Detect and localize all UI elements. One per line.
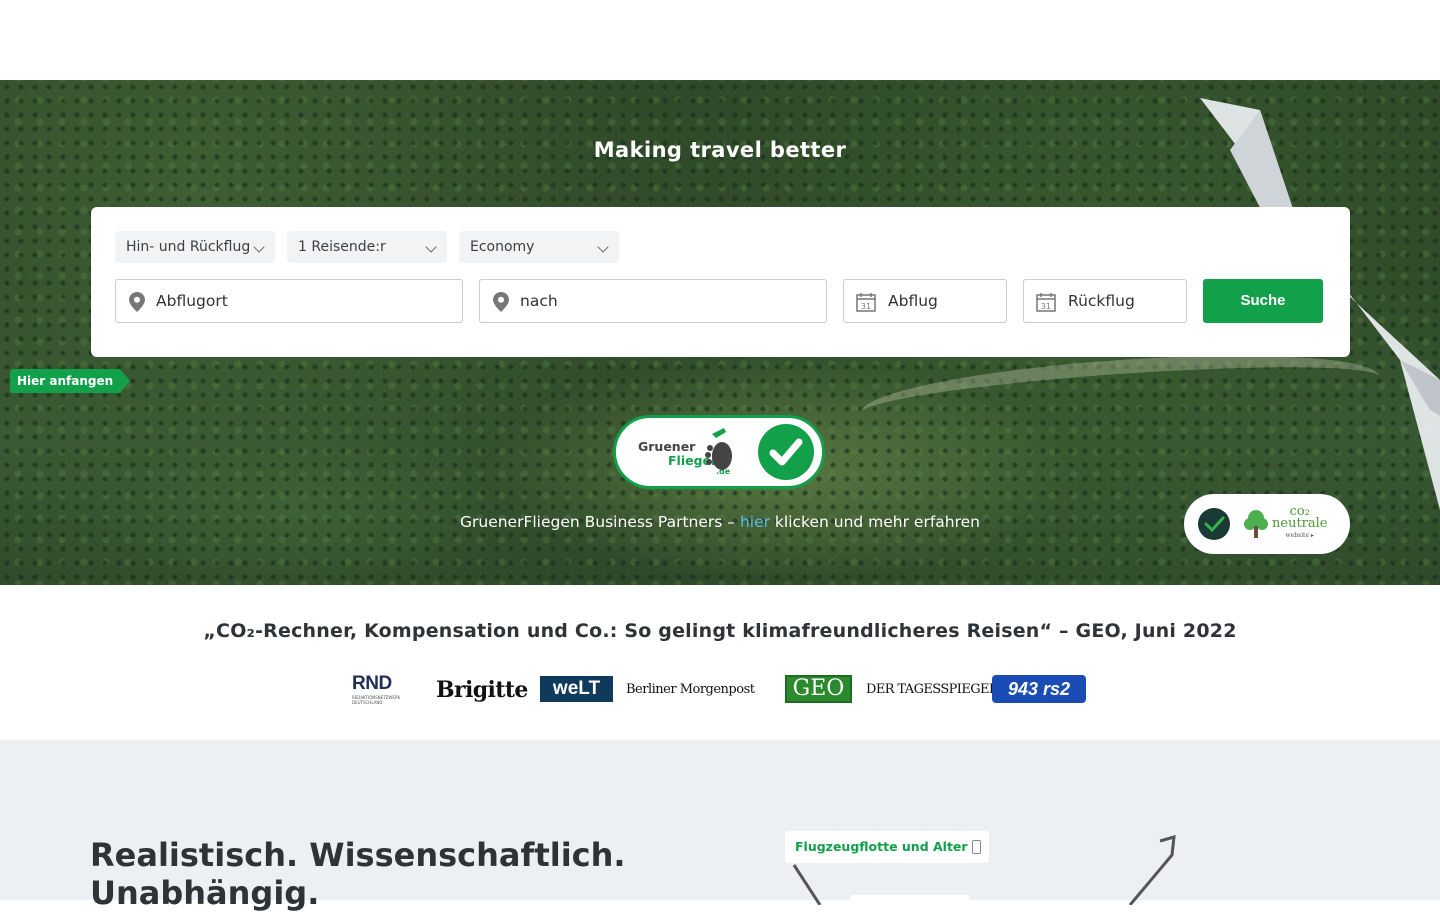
partners-prefix: GruenerFliegen Business Partners –: [459, 513, 740, 531]
chevron-down-icon: [425, 241, 437, 253]
travellers-select[interactable]: 1 Reisende:r: [287, 231, 447, 263]
fleet-age-tag[interactable]: Flugzeugflotte und Alter: [785, 831, 989, 863]
calendar-day-number: 31: [1041, 302, 1051, 311]
calendar-icon: 31: [1036, 293, 1056, 312]
destination-input[interactable]: nach: [479, 279, 827, 323]
trip-type-value: Hin- und Rückflug: [126, 239, 251, 255]
berliner-morgenpost-logo: Berliner Morgenpost: [626, 682, 755, 697]
checkmark-icon: [1198, 508, 1230, 540]
co2-badge-text: co₂ neutrale website ▸: [1272, 505, 1328, 542]
return-date-input[interactable]: 31 Rückflug: [1023, 279, 1187, 323]
press-quote: „CO₂-Rechner, Kompensation und Co.: So g…: [203, 620, 1237, 642]
cabin-class-select[interactable]: Economy: [459, 231, 619, 263]
geo-logo: GEO: [785, 675, 852, 703]
welt-logo: weLT: [540, 676, 613, 702]
start-here-tag: Hier anfangen: [10, 369, 131, 393]
chevron-down-icon: [253, 241, 265, 253]
origin-placeholder: Abflugort: [156, 292, 228, 310]
partners-link[interactable]: hier: [740, 513, 770, 531]
calendar-icon: 31: [856, 293, 876, 312]
chevron-down-icon: [597, 241, 609, 253]
return-placeholder: Rückflug: [1068, 292, 1135, 310]
departure-placeholder: Abflug: [888, 292, 938, 310]
press-logos: RND REDAKTIONSNETZWERK DEUTSCHLAND Brigi…: [352, 673, 1092, 709]
footprint-plane-icon: [705, 428, 732, 470]
phone-icon: [972, 840, 981, 854]
hero-section: Making travel better Hin- und Rückflug 1…: [0, 80, 1440, 585]
rnd-logo-text: RND: [352, 673, 392, 694]
location-pin-icon: [493, 292, 509, 312]
top-navigation-bar: [0, 0, 1440, 80]
rs2-logo: 943 rs2: [992, 675, 1086, 703]
travellers-value: 1 Reisende:r: [298, 239, 386, 255]
co2-neutral-website-badge[interactable]: co₂ neutrale website ▸: [1184, 494, 1350, 554]
co2-line-3: website ▸: [1285, 532, 1314, 539]
fleet-age-label: Flugzeugflotte und Alter: [795, 839, 968, 854]
rnd-logo: RND REDAKTIONSNETZWERK DEUTSCHLAND: [352, 673, 416, 707]
features-section: Realistisch. Wissenschaftlich. Unabhängi…: [0, 740, 1440, 912]
hero-title: Making travel better: [593, 138, 847, 162]
departure-date-input[interactable]: 31 Abflug: [843, 279, 1007, 323]
rnd-logo-subtext: REDAKTIONSNETZWERK DEUTSCHLAND: [352, 695, 401, 705]
tagesspiegel-logo: DER TAGESSPIEGEL: [866, 682, 998, 697]
calendar-day-number: 31: [861, 302, 871, 311]
location-pin-icon: [129, 292, 145, 312]
checkmark-circle-icon: [758, 424, 814, 480]
origin-input[interactable]: Abflugort: [115, 279, 463, 323]
gruenerfliegen-logo-badge[interactable]: Gruener Fliegen .de: [613, 415, 825, 489]
press-section: „CO₂-Rechner, Kompensation und Co.: So g…: [0, 585, 1440, 740]
partners-suffix: klicken und mehr erfahren: [770, 513, 980, 531]
co2-line-2: neutrale: [1272, 516, 1328, 531]
features-heading: Realistisch. Wissenschaftlich. Unabhängi…: [90, 836, 626, 912]
trip-type-select[interactable]: Hin- und Rückflug: [115, 231, 275, 263]
flight-search-form: Hin- und Rückflug 1 Reisende:r Economy A…: [91, 207, 1350, 357]
tree-icon: [1244, 510, 1268, 538]
brigitte-logo: Brigitte: [436, 677, 528, 703]
search-button[interactable]: Suche: [1203, 279, 1323, 323]
cabin-class-value: Economy: [470, 239, 535, 255]
destination-placeholder: nach: [520, 292, 558, 310]
